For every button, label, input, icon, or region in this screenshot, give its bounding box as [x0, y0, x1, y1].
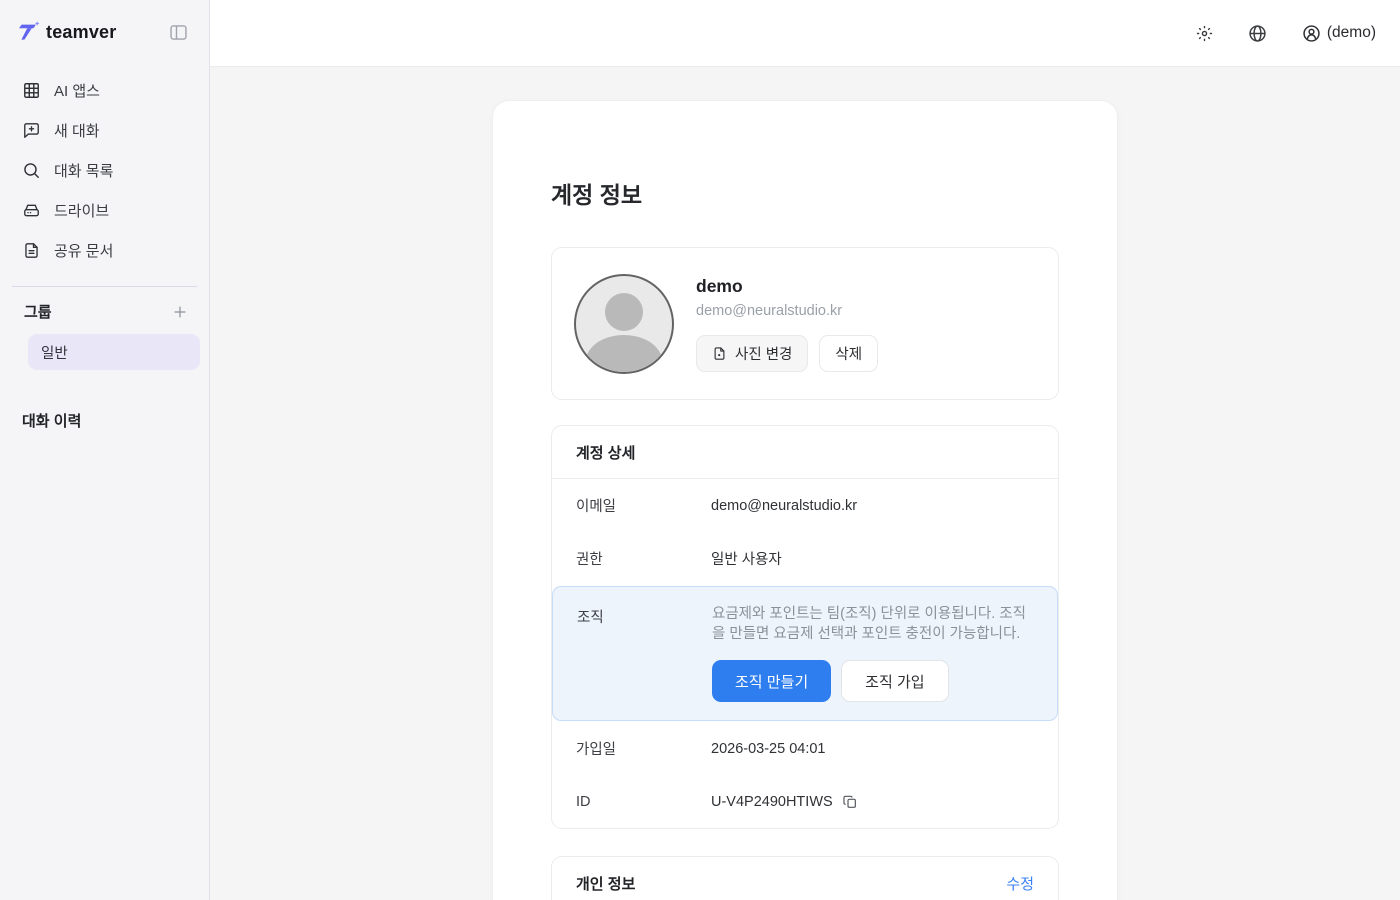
change-photo-button[interactable]: 사진 변경 — [696, 335, 808, 372]
role-label: 권한 — [576, 548, 711, 569]
chat-plus-icon — [22, 121, 41, 140]
search-icon — [22, 161, 41, 180]
personal-info-title: 개인 정보 — [576, 873, 635, 894]
user-id-row: ID U-V4P2490HTIWS — [552, 775, 1058, 828]
language-globe-icon[interactable] — [1247, 23, 1268, 44]
change-photo-label: 사진 변경 — [735, 343, 792, 364]
profile-actions: 사진 변경 삭제 — [696, 335, 878, 372]
account-details-title: 계정 상세 — [576, 442, 635, 463]
sidebar-item-label: 대화 목록 — [54, 160, 113, 181]
joined-date-label: 가입일 — [576, 738, 711, 759]
page-title: 계정 정보 — [551, 181, 1059, 209]
groups-title: 그룹 — [24, 301, 52, 322]
sidebar-item-label: AI 앱스 — [54, 80, 100, 101]
sidebar-item-label: 공유 문서 — [54, 240, 113, 261]
sidebar-item-ai-apps[interactable]: AI 앱스 — [0, 70, 209, 110]
account-info-card: 계정 정보 demo demo@neuralstudio.kr — [493, 101, 1117, 900]
sidebar-item-chat-list[interactable]: 대화 목록 — [0, 150, 209, 190]
account-details-header: 계정 상세 — [552, 426, 1058, 479]
profile-name: demo — [696, 276, 878, 297]
organization-row: 조직 요금제와 포인트는 팀(조직) 단위로 이용됩니다. 조직을 만들면 요금… — [552, 586, 1058, 721]
delete-photo-button[interactable]: 삭제 — [819, 335, 878, 372]
organization-description: 요금제와 포인트는 팀(조직) 단위로 이용됩니다. 조직을 만들면 요금제 선… — [712, 604, 1033, 644]
user-id-label: ID — [576, 794, 711, 810]
sidebar-item-drive[interactable]: 드라이브 — [0, 190, 209, 230]
create-organization-button[interactable]: 조직 만들기 — [712, 660, 831, 702]
join-organization-button[interactable]: 조직 가입 — [841, 660, 948, 702]
shared-document-icon — [22, 241, 41, 260]
profile-info: demo demo@neuralstudio.kr 사진 변경 — [696, 276, 878, 372]
main-content: 계정 정보 demo demo@neuralstudio.kr — [210, 67, 1400, 900]
organization-content: 요금제와 포인트는 팀(조직) 단위로 이용됩니다. 조직을 만들면 요금제 선… — [712, 604, 1033, 702]
drive-icon — [22, 201, 41, 220]
organization-actions: 조직 만들기 조직 가입 — [712, 660, 1033, 702]
joined-date-value: 2026-03-25 04:01 — [711, 741, 826, 757]
group-item-label: 일반 — [41, 342, 68, 363]
logo-text: teamver — [46, 22, 116, 43]
sidebar-item-shared-docs[interactable]: 공유 문서 — [0, 230, 209, 270]
collapse-sidebar-icon[interactable] — [168, 22, 189, 43]
role-row: 권한 일반 사용자 — [552, 532, 1058, 585]
groups-header: 그룹 — [0, 287, 209, 332]
user-id-cell: U-V4P2490HTIWS — [711, 794, 858, 810]
avatar — [574, 274, 674, 374]
sidebar-item-label: 드라이브 — [54, 200, 109, 221]
edit-personal-info-link[interactable]: 수정 — [1006, 873, 1034, 894]
add-group-icon[interactable] — [171, 303, 189, 321]
profile-panel: demo demo@neuralstudio.kr 사진 변경 — [551, 247, 1059, 400]
sidebar-nav: AI 앱스 새 대화 대화 목록 — [0, 60, 209, 270]
account-details-panel: 계정 상세 이메일 demo@neuralstudio.kr 권한 일반 사용자… — [551, 425, 1059, 829]
personal-info-panel: 개인 정보 수정 — [551, 856, 1059, 900]
profile-email: demo@neuralstudio.kr — [696, 303, 878, 319]
sidebar-item-new-chat[interactable]: 새 대화 — [0, 110, 209, 150]
topbar: (demo) — [210, 0, 1400, 67]
chat-history-title: 대화 이력 — [0, 370, 209, 431]
copy-icon[interactable] — [842, 794, 858, 810]
logo[interactable]: teamver — [14, 20, 116, 44]
logo-icon — [14, 20, 40, 44]
sidebar: teamver AI 앱스 — [0, 0, 210, 900]
organization-label: 조직 — [577, 604, 712, 627]
sidebar-header: teamver — [0, 0, 209, 60]
user-id-value: U-V4P2490HTIWS — [711, 794, 833, 810]
email-label: 이메일 — [576, 495, 711, 516]
role-value: 일반 사용자 — [711, 548, 782, 569]
grid-icon — [22, 81, 41, 100]
email-value: demo@neuralstudio.kr — [711, 498, 857, 514]
file-image-icon — [712, 346, 727, 361]
joined-date-row: 가입일 2026-03-25 04:01 — [552, 722, 1058, 775]
sidebar-item-label: 새 대화 — [54, 120, 100, 141]
theme-sun-icon[interactable] — [1195, 24, 1214, 43]
delete-photo-label: 삭제 — [835, 343, 862, 364]
account-label: (demo) — [1327, 24, 1376, 42]
account-icon — [1301, 23, 1322, 44]
account-menu[interactable]: (demo) — [1301, 23, 1376, 44]
email-row: 이메일 demo@neuralstudio.kr — [552, 479, 1058, 532]
personal-info-header: 개인 정보 수정 — [552, 857, 1058, 900]
group-item-general[interactable]: 일반 — [28, 334, 200, 370]
